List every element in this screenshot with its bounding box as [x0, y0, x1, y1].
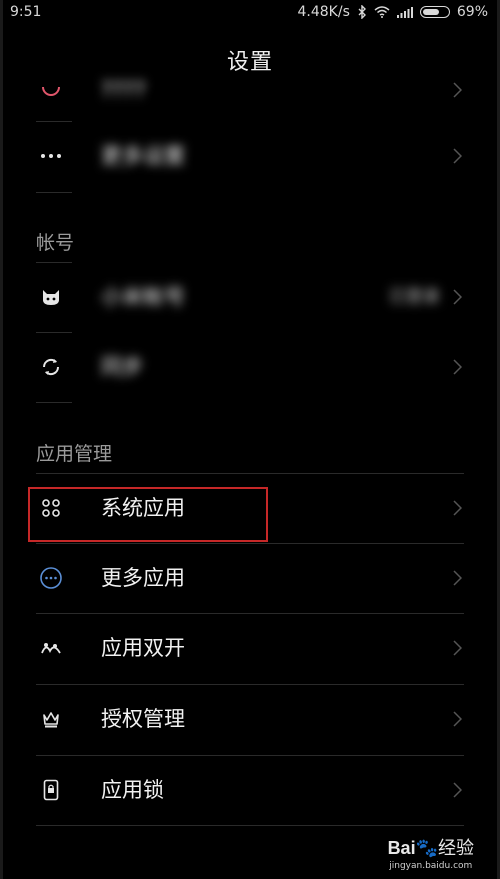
permissions-icon: [36, 684, 66, 754]
section-header-account: 帐号: [36, 232, 75, 254]
settings-row-more-apps[interactable]: 更多应用: [36, 543, 464, 613]
watermark-logo-suffix: 经验: [438, 838, 474, 858]
battery-percent: 69%: [456, 4, 488, 20]
baidu-jingyan-watermark: Bai🐾经验 jingyan.baidu.com: [388, 834, 474, 871]
chevron-right-icon: [450, 262, 464, 332]
chevron-right-icon: [450, 473, 464, 543]
divider: [36, 192, 72, 193]
settings-row-permissions[interactable]: 授权管理: [36, 684, 464, 754]
watermark-url: jingyan.baidu.com: [389, 861, 473, 871]
settings-row-sync[interactable]: 同步: [36, 332, 464, 402]
settings-row-label: 更多应用: [101, 566, 185, 590]
dual-apps-icon: [36, 613, 66, 683]
section-header-app-management: 应用管理: [36, 443, 113, 465]
app-lock-icon: [36, 755, 66, 825]
settings-row-label: ????: [101, 78, 146, 102]
chevron-right-icon: [450, 121, 464, 191]
chevron-right-icon: [450, 755, 464, 825]
chevron-right-icon: [450, 684, 464, 754]
status-time: 9:51: [10, 4, 42, 20]
settings-row-dual-apps[interactable]: 应用双开: [36, 613, 464, 683]
signal-icon: [396, 6, 413, 18]
ring-icon: [36, 55, 66, 125]
divider: [36, 825, 464, 826]
system-apps-icon: [36, 473, 66, 543]
settings-row-label: 授权管理: [101, 707, 185, 731]
settings-row-more-settings[interactable]: 更多设置: [36, 121, 464, 191]
sync-icon: [36, 332, 66, 402]
wifi-icon: [374, 6, 390, 18]
settings-row-label: 同步: [101, 355, 143, 379]
battery-icon: [419, 6, 450, 18]
settings-row-value: 已登录: [389, 287, 440, 307]
settings-row-label: 应用双开: [101, 636, 185, 660]
more-apps-icon: [36, 543, 66, 613]
settings-row-ring[interactable]: ????: [36, 55, 464, 125]
bluetooth-icon: [357, 5, 367, 19]
settings-row-label: 更多设置: [101, 144, 185, 168]
settings-row-label: 小米帐号: [101, 285, 185, 309]
mi-account-icon: [36, 262, 66, 332]
chevron-right-icon: [450, 613, 464, 683]
settings-row-system-apps[interactable]: 系统应用: [36, 473, 464, 543]
watermark-logo: Bai🐾经验: [388, 834, 474, 860]
chevron-right-icon: [450, 55, 464, 125]
more-icon: [36, 121, 66, 191]
settings-row-mi-account[interactable]: 小米帐号 已登录: [36, 262, 464, 332]
paw-icon: 🐾: [415, 838, 438, 858]
divider: [36, 402, 72, 403]
status-bar: 9:51 4.48K/s 69%: [0, 0, 500, 26]
status-indicators: 4.48K/s 69%: [298, 4, 489, 20]
chevron-right-icon: [450, 332, 464, 402]
chevron-right-icon: [450, 543, 464, 613]
settings-row-app-lock[interactable]: 应用锁: [36, 755, 464, 825]
settings-row-label: 应用锁: [101, 778, 164, 802]
watermark-logo-prefix: Bai: [387, 838, 416, 858]
settings-row-label: 系统应用: [101, 496, 185, 520]
network-speed: 4.48K/s: [297, 4, 350, 20]
battery-fill: [422, 9, 439, 15]
